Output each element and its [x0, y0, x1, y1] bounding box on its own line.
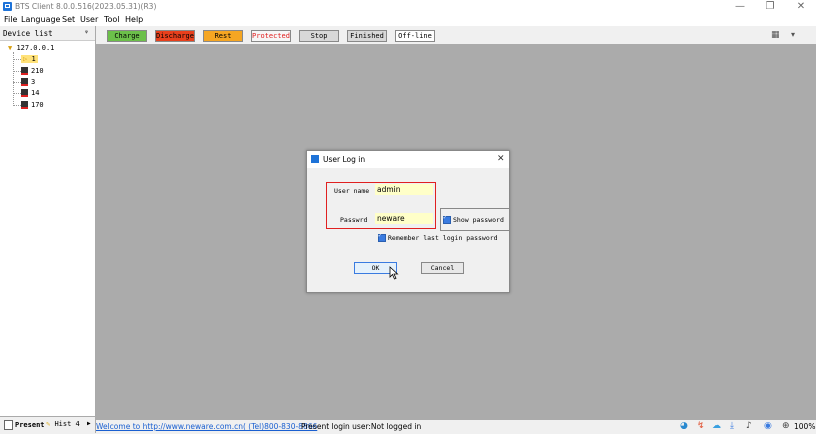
close-button[interactable]: ✕ [786, 0, 816, 14]
tree-node-3[interactable]: 3 [21, 78, 35, 86]
tab-hist-label: Hist 4 [54, 420, 80, 428]
tree-node-label: 210 [31, 67, 44, 75]
tree-node-210[interactable]: 210 [21, 67, 44, 75]
menu-set[interactable]: Set [62, 15, 75, 24]
dialog-app-icon [311, 155, 319, 163]
protected-status-button[interactable]: Protected [251, 30, 291, 42]
stop-status-button[interactable]: Stop [299, 30, 339, 42]
finished-status-button[interactable]: Finished [347, 30, 387, 42]
restore-button[interactable]: ❐ [755, 0, 785, 14]
window-title: BTS Client 8.0.0.516(2023.05.31)(R3) [15, 2, 157, 11]
volume-icon[interactable]: ♪ [746, 421, 752, 431]
device-icon [21, 67, 28, 75]
minimize-button[interactable]: — [725, 0, 755, 14]
tab-hist[interactable]: ✎ Hist 4 [46, 420, 80, 428]
tree-root-label: 127.0.0.1 [16, 44, 55, 52]
tree-node-170[interactable]: 170 [21, 101, 44, 109]
device-list-title: Device list [3, 29, 53, 38]
cancel-button[interactable]: Cancel [421, 262, 464, 274]
tree-node-label: 3 [31, 78, 36, 86]
cloud-icon[interactable]: ☁ [712, 421, 721, 431]
menu-user[interactable]: User [80, 15, 98, 24]
menu-language[interactable]: Language [21, 15, 60, 24]
zoom-level: 100% [794, 422, 816, 431]
checkbox-checked-icon [378, 232, 386, 242]
menu-file[interactable]: File [4, 15, 17, 24]
tab-present-label: Present [15, 421, 45, 429]
rest-status-button[interactable]: Rest [203, 30, 243, 42]
play-icon: ▷ [23, 55, 28, 63]
discharge-status-button[interactable]: Discharge [155, 30, 195, 42]
mouse-cursor-icon [389, 266, 399, 280]
chevron-down-icon[interactable]: ▾ [791, 30, 795, 39]
document-icon [4, 420, 13, 430]
device-icon [21, 89, 28, 97]
app-icon [3, 2, 12, 11]
dialog-close-icon[interactable]: ✕ [497, 154, 505, 164]
show-password-checkbox[interactable]: Show password [443, 214, 504, 224]
tree-node-label: 170 [31, 101, 44, 109]
menu-help[interactable]: Help [125, 15, 143, 24]
tab-scroll-right-icon[interactable]: ▶ [87, 420, 91, 427]
checkbox-checked-icon [443, 214, 451, 224]
tab-present[interactable]: Present [4, 420, 45, 430]
remember-password-checkbox[interactable]: Remember last login password [378, 232, 498, 242]
window-titlebar: BTS Client 8.0.0.516(2023.05.31)(R3) — ❐… [0, 0, 816, 14]
username-input[interactable] [375, 184, 433, 195]
device-icon [21, 78, 28, 86]
dialog-titlebar: User Log in ✕ [307, 151, 509, 168]
tree-node-label: 1 [31, 55, 36, 63]
zoom-icon[interactable]: ⊕ [782, 421, 790, 431]
dialog-title: User Log in [323, 155, 366, 164]
remember-password-label: Remember last login password [388, 234, 498, 242]
device-icon [21, 101, 28, 109]
charge-status-button[interactable]: Charge [107, 30, 147, 42]
tree-node-label: 14 [31, 89, 40, 97]
bottom-tabs: Present ✎ Hist 4 ▶ [0, 416, 95, 434]
menu-tool[interactable]: Tool [104, 15, 120, 24]
download-icon[interactable]: ⤓ [730, 421, 734, 431]
login-status-text: Present login user:Not logged in [301, 422, 422, 431]
view-grid-icon[interactable]: ▦ [771, 30, 780, 40]
sync-icon[interactable]: ↯ [697, 421, 705, 431]
password-label: Passwrd [340, 216, 368, 224]
menu-bar: File Language Set User Tool Help [0, 14, 816, 26]
password-input[interactable] [375, 213, 433, 224]
expand-triangle-icon: ▼ [8, 44, 13, 52]
tree-node-14[interactable]: 14 [21, 89, 39, 97]
globe-icon[interactable]: ◉ [764, 421, 772, 431]
pencil-icon: ✎ [46, 420, 51, 428]
device-list-header: Device list ᵠ [0, 26, 95, 41]
network-icon[interactable]: ◕ [680, 421, 688, 431]
offline-status-button[interactable]: Off-line [395, 30, 435, 42]
website-link[interactable]: Welcome to http://www.neware.com.cn( (Te… [96, 422, 317, 431]
status-bar: Welcome to http://www.neware.com.cn( (Te… [96, 420, 816, 433]
tree-node-1[interactable]: ▷ 1 [21, 55, 38, 63]
tree-root-node[interactable]: ▼ 127.0.0.1 [8, 44, 54, 52]
username-label: User name [334, 187, 370, 195]
show-password-label: Show password [453, 216, 504, 224]
device-list-panel: Device list ᵠ ▼ 127.0.0.1 ▷ 1 210 3 14 1… [0, 26, 96, 433]
pin-icon[interactable]: ᵠ [85, 29, 88, 37]
